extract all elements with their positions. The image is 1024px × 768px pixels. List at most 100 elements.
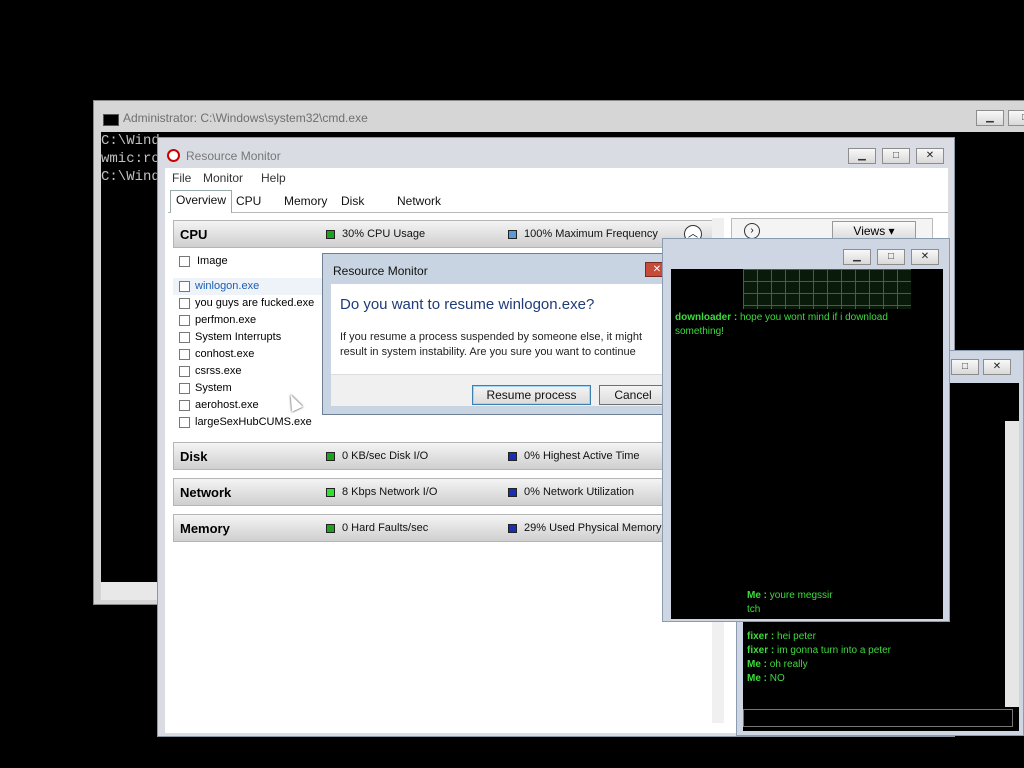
network-util-swatch bbox=[508, 488, 517, 497]
maximize-button[interactable]: □ bbox=[951, 359, 979, 375]
cpu-frequency: 100% Maximum Frequency bbox=[524, 228, 658, 240]
chat-message: Me : youre megssir bbox=[747, 589, 833, 603]
list-item[interactable]: System Interrupts bbox=[173, 329, 333, 346]
chat-text: hei peter bbox=[774, 631, 816, 642]
memory-section-header[interactable]: Memory 0 Hard Faults/sec 29% Used Physic… bbox=[173, 514, 713, 542]
image-column-header[interactable]: Image bbox=[173, 252, 333, 272]
chat-text: hope you wont mind if i download bbox=[737, 312, 888, 323]
dialog-title: Resource Monitor bbox=[333, 264, 428, 278]
minimize-button[interactable]: ▁ bbox=[976, 110, 1004, 126]
chat-message: something! bbox=[675, 325, 724, 339]
minimize-button[interactable]: ▁ bbox=[848, 148, 876, 164]
list-item[interactable]: winlogon.exe bbox=[173, 278, 333, 295]
chat-text: something! bbox=[675, 326, 724, 337]
cpu-frequency-swatch bbox=[508, 230, 517, 239]
process-checkbox[interactable] bbox=[179, 383, 190, 394]
process-checkbox[interactable] bbox=[179, 366, 190, 377]
maximize-button[interactable]: □ bbox=[1008, 110, 1024, 126]
memory-used: 29% Used Physical Memory bbox=[524, 522, 662, 534]
process-checkbox[interactable] bbox=[179, 298, 190, 309]
chat-text: im gonna turn into a peter bbox=[774, 645, 891, 656]
resume-process-dialog[interactable]: Resource Monitor ✕ Do you want to resume… bbox=[322, 253, 680, 415]
cpu-section-title: CPU bbox=[180, 227, 208, 242]
list-item[interactable]: largeSexHubCUMS.exe bbox=[173, 414, 333, 431]
chat-message: tch bbox=[747, 603, 760, 617]
dialog-question: Do you want to resume winlogon.exe? bbox=[340, 296, 595, 313]
process-checkbox[interactable] bbox=[179, 332, 190, 343]
menu-bar: File Monitor Help bbox=[165, 168, 948, 188]
list-item[interactable]: System bbox=[173, 380, 333, 397]
cpu-usage-swatch bbox=[326, 230, 335, 239]
chat-message: downloader : hope you wont mind if i dow… bbox=[675, 311, 888, 325]
disk-section-header[interactable]: Disk 0 KB/sec Disk I/O 0% Highest Active… bbox=[173, 442, 713, 470]
close-button[interactable]: ✕ bbox=[911, 249, 939, 265]
chat-username: Me : bbox=[747, 590, 767, 601]
chat-window[interactable]: ▁ □ ✕ downloader : hope you wont mind if… bbox=[662, 238, 950, 622]
cmd-window-title: Administrator: C:\Windows\system32\cmd.e… bbox=[123, 111, 368, 125]
network-utilization: 0% Network Utilization bbox=[524, 486, 635, 498]
chat-input[interactable] bbox=[743, 709, 1013, 727]
dialog-body: Do you want to resume winlogon.exe? If y… bbox=[331, 284, 671, 406]
dialog-message-line: result in system instability. Are you su… bbox=[340, 346, 636, 358]
tab-network[interactable]: Network bbox=[392, 192, 446, 212]
close-button[interactable]: ✕ bbox=[916, 148, 944, 164]
process-checkbox[interactable] bbox=[179, 417, 190, 428]
tab-overview[interactable]: Overview bbox=[170, 190, 233, 213]
network-io-swatch bbox=[326, 488, 335, 497]
list-item[interactable]: csrss.exe bbox=[173, 363, 333, 380]
process-checkbox[interactable] bbox=[179, 281, 190, 292]
process-list: winlogon.exe you guys are fucked.exe per… bbox=[173, 278, 333, 454]
maximize-button[interactable]: □ bbox=[877, 249, 905, 265]
list-item[interactable]: you guys are fucked.exe bbox=[173, 295, 333, 312]
dialog-message: If you resume a process suspended by som… bbox=[340, 330, 671, 360]
process-checkbox[interactable] bbox=[179, 349, 190, 360]
process-checkbox[interactable] bbox=[179, 315, 190, 326]
chat-username: fixer : bbox=[747, 645, 775, 656]
chat-message: fixer : im gonna turn into a peter bbox=[747, 644, 891, 658]
network-section-header[interactable]: Network 8 Kbps Network I/O 0% Network Ut… bbox=[173, 478, 713, 506]
resource-monitor-title: Resource Monitor bbox=[186, 149, 281, 163]
minimize-button[interactable]: ▁ bbox=[843, 249, 871, 265]
process-checkbox[interactable] bbox=[179, 400, 190, 411]
chat-username: fixer : bbox=[747, 631, 775, 642]
maximize-button[interactable]: □ bbox=[882, 148, 910, 164]
chat-username: Me : bbox=[747, 673, 767, 684]
tab-memory[interactable]: Memory bbox=[279, 192, 332, 212]
chat-username: Me : bbox=[747, 659, 767, 670]
chat-text: NO bbox=[767, 673, 785, 684]
disk-io-swatch bbox=[326, 452, 335, 461]
chat-message: fixer : hei peter bbox=[747, 630, 816, 644]
disk-section-title: Disk bbox=[180, 449, 208, 464]
network-section-title: Network bbox=[180, 485, 232, 500]
chat-log: downloader : hope you wont mind if i dow… bbox=[671, 269, 943, 619]
resume-process-button[interactable]: Resume process bbox=[472, 385, 591, 405]
chat-username: downloader : bbox=[675, 312, 738, 323]
menu-help[interactable]: Help bbox=[261, 171, 286, 185]
expand-icon[interactable]: › bbox=[744, 223, 760, 239]
dialog-footer: Resume process Cancel bbox=[331, 374, 671, 406]
vertical-scrollbar[interactable] bbox=[1005, 421, 1019, 707]
list-item[interactable]: perfmon.exe bbox=[173, 312, 333, 329]
cmd-icon bbox=[103, 114, 119, 126]
tab-cpu[interactable]: CPU bbox=[231, 192, 266, 212]
close-button[interactable]: ✕ bbox=[983, 359, 1011, 375]
disk-active-time: 0% Highest Active Time bbox=[524, 450, 640, 462]
chat-text: tch bbox=[747, 604, 761, 615]
list-item[interactable]: conhost.exe bbox=[173, 346, 333, 363]
views-dropdown[interactable]: Views ▾ bbox=[832, 221, 916, 239]
menu-monitor[interactable]: Monitor bbox=[203, 171, 243, 185]
select-all-checkbox[interactable] bbox=[179, 256, 190, 267]
disk-io: 0 KB/sec Disk I/O bbox=[342, 450, 429, 462]
memory-used-swatch bbox=[508, 524, 517, 533]
cancel-button[interactable]: Cancel bbox=[599, 385, 667, 405]
activity-graph bbox=[743, 269, 911, 309]
list-item[interactable]: aerohost.exe bbox=[173, 397, 333, 414]
tab-bar: Overview CPU Memory Disk Network bbox=[168, 190, 948, 213]
image-header-label: Image bbox=[197, 255, 228, 267]
menu-file[interactable]: File bbox=[172, 171, 191, 185]
views-label: Views bbox=[853, 224, 886, 238]
cpu-section-header[interactable]: CPU 30% CPU Usage 100% Maximum Frequency… bbox=[173, 220, 713, 248]
chat-text: youre megssir bbox=[767, 590, 833, 601]
tab-disk[interactable]: Disk bbox=[336, 192, 369, 212]
memory-section-title: Memory bbox=[180, 521, 230, 536]
